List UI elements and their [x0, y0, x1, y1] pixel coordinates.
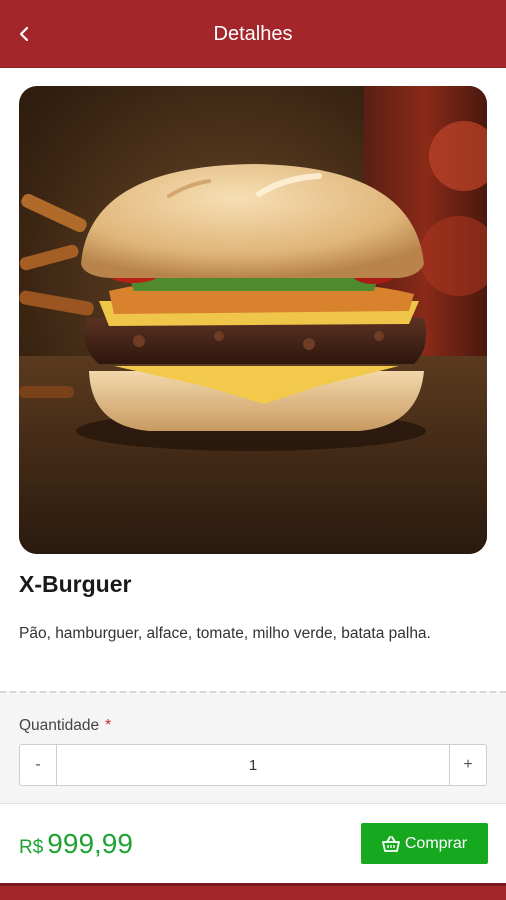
decrease-button[interactable]: - [20, 745, 57, 785]
product-image [19, 86, 487, 554]
product-description: Pão, hamburguer, alface, tomate, milho v… [19, 625, 431, 642]
shopping-basket-icon [381, 835, 400, 852]
required-mark: * [105, 717, 112, 734]
increase-button[interactable]: + [449, 745, 486, 785]
purchase-footer: R$ 999,99 Comprar [0, 803, 506, 884]
price-currency: R$ [19, 837, 44, 858]
quantity-input[interactable] [57, 745, 449, 785]
page-title: Detalhes [213, 23, 293, 45]
quantity-label: Quantidade * [19, 717, 111, 735]
app-header: Detalhes [0, 0, 506, 68]
buy-button-label: Comprar [404, 834, 468, 852]
quantity-label-text: Quantidade [19, 717, 100, 734]
price-value: 999,99 [47, 828, 133, 859]
product-name: X-Burguer [19, 571, 132, 597]
burger-photo [19, 86, 487, 554]
quantity-stepper: - + [19, 744, 487, 786]
buy-button[interactable]: Comprar [361, 823, 488, 864]
quantity-section: Quantidade * - + [0, 691, 506, 805]
bottom-bar [0, 883, 506, 900]
price: R$ 999,99 [19, 828, 133, 860]
